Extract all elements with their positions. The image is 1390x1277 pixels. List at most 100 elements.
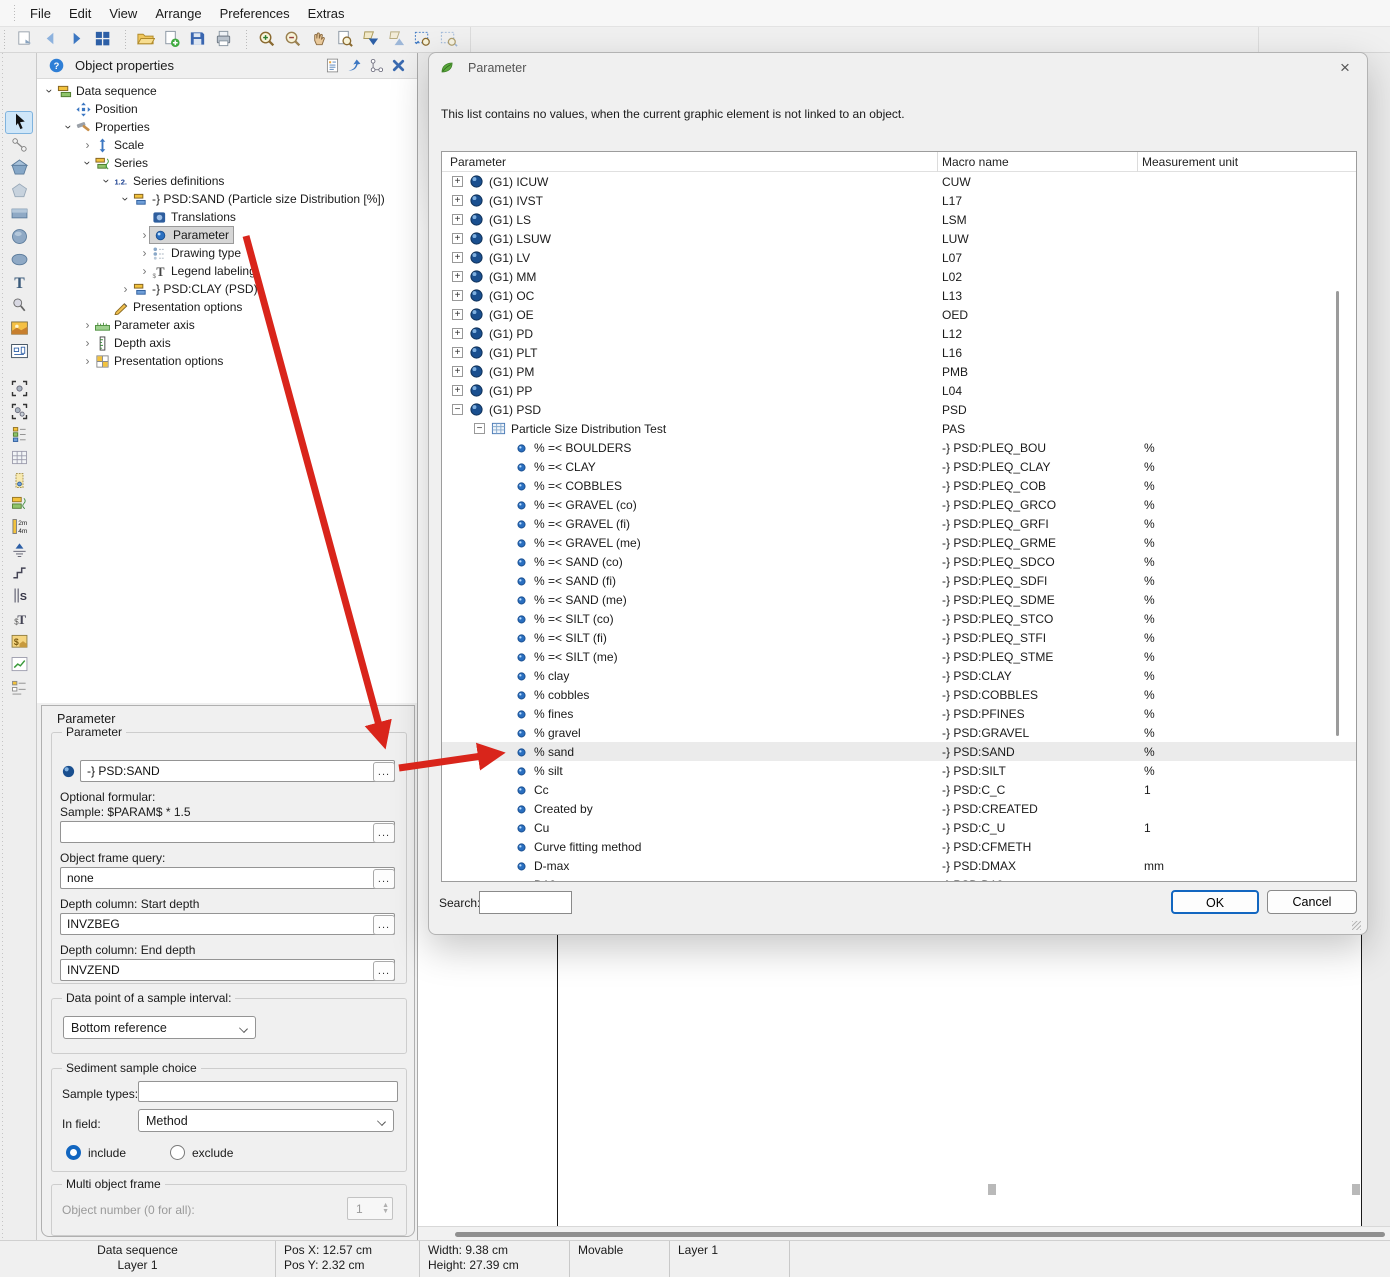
spinner-arrows-icon[interactable]: ▲▼ [382, 1203, 389, 1215]
browse-start-depth-button[interactable]: ... [373, 915, 395, 935]
tool-text-tool[interactable]: T [5, 272, 33, 295]
new-file-button[interactable] [158, 29, 184, 51]
tool-image-dollar[interactable]: $ [5, 631, 33, 654]
chevron-expanded-icon[interactable]: › [44, 85, 56, 98]
param-row[interactable]: +(G1) ICUWCUW [442, 172, 1356, 191]
ok-button[interactable]: OK [1171, 890, 1259, 914]
toolbar-grip[interactable] [2, 30, 7, 50]
tool-focus-single[interactable] [5, 378, 33, 401]
param-row[interactable]: +(G1) PMPMB [442, 362, 1356, 381]
tool-borehole[interactable] [5, 470, 33, 493]
param-row[interactable]: Cu-} PSD:C_U1 [442, 818, 1356, 837]
param-row[interactable]: Cc-} PSD:C_C1 [442, 780, 1356, 799]
expander-plus-icon[interactable]: + [452, 366, 463, 377]
param-row[interactable]: Curve fitting method-} PSD:CFMETH [442, 837, 1356, 856]
tree-item[interactable]: ›1.2.Series definitions [37, 172, 417, 190]
zoom-sheet-up-button[interactable] [383, 29, 409, 51]
zoom-rect-button[interactable] [409, 29, 435, 51]
assign-arrow-icon[interactable] [343, 56, 365, 76]
column-divider[interactable] [937, 152, 938, 172]
save-button[interactable] [184, 29, 210, 51]
tool-polygon[interactable] [5, 157, 33, 180]
pan-hand-button[interactable] [305, 29, 331, 51]
expander-plus-icon[interactable]: + [452, 233, 463, 244]
start-depth-field[interactable] [60, 913, 395, 935]
include-radio[interactable] [66, 1145, 81, 1160]
expander-plus-icon[interactable]: + [452, 290, 463, 301]
tool-focus-multi[interactable] [5, 401, 33, 424]
nav-back-button[interactable] [37, 29, 63, 51]
param-row[interactable]: +(G1) LVL07 [442, 248, 1356, 267]
object-number-spinner[interactable]: 1 ▲▼ [347, 1197, 393, 1220]
close-panel-icon[interactable] [387, 56, 409, 76]
tool-polygon-alt[interactable] [5, 180, 33, 203]
tool-pin-tool[interactable] [5, 295, 33, 318]
close-icon[interactable]: × [1333, 56, 1357, 80]
selection-handle[interactable] [988, 1184, 996, 1195]
optional-formular-field[interactable] [60, 821, 395, 843]
chevron-collapsed-icon[interactable]: › [119, 283, 132, 295]
tool-chart-tool[interactable] [5, 654, 33, 677]
param-row[interactable]: +(G1) LSLSM [442, 210, 1356, 229]
column-divider[interactable] [1137, 152, 1138, 172]
tool-ellipse-flat[interactable] [5, 249, 33, 272]
param-row[interactable]: % gravel-} PSD:GRAVEL% [442, 723, 1356, 742]
resize-grip[interactable] [1352, 921, 1361, 930]
param-row[interactable]: +(G1) PDL12 [442, 324, 1356, 343]
zoom-in-button[interactable] [253, 29, 279, 51]
expander-minus-icon[interactable]: − [474, 423, 485, 434]
tool-node-link[interactable] [5, 134, 33, 157]
menu-extras[interactable]: Extras [299, 2, 354, 25]
param-row[interactable]: −(G1) PSDPSD [442, 400, 1356, 419]
tree-item[interactable]: ›Properties [37, 118, 417, 136]
param-row[interactable]: D10-} PSD:D10 [442, 875, 1356, 882]
param-row[interactable]: +(G1) LSUWLUW [442, 229, 1356, 248]
param-row[interactable]: % =< SILT (me)-} PSD:PLEQ_STME% [442, 647, 1356, 666]
menubar-grip[interactable] [12, 5, 17, 21]
tool-depth-scale[interactable]: 2m4m [5, 516, 33, 539]
param-row[interactable]: % fines-} PSD:PFINES% [442, 704, 1356, 723]
print-button[interactable] [210, 29, 236, 51]
expander-plus-icon[interactable]: + [452, 271, 463, 282]
horizontal-scrollbar-thumb[interactable] [455, 1232, 1385, 1237]
tree-item[interactable]: ›Parameter axis [37, 316, 417, 334]
tool-image-tool[interactable] [5, 318, 33, 341]
list-scrollbar-thumb[interactable] [1336, 291, 1339, 736]
param-row[interactable]: % =< SILT (co)-} PSD:PLEQ_STCO% [442, 609, 1356, 628]
in-field-select[interactable]: Method [138, 1109, 394, 1132]
expander-plus-icon[interactable]: + [452, 347, 463, 358]
tree-item[interactable]: ›Depth axis [37, 334, 417, 352]
help-icon[interactable]: ? [45, 56, 67, 76]
param-row[interactable]: % silt-} PSD:SILT% [442, 761, 1356, 780]
expander-plus-icon[interactable]: + [452, 309, 463, 320]
param-row[interactable]: +(G1) MML02 [442, 267, 1356, 286]
tool-legend-layout[interactable] [5, 677, 33, 700]
param-row[interactable]: % =< SAND (co)-} PSD:PLEQ_SDCO% [442, 552, 1356, 571]
tool-text-dollar[interactable]: $T [5, 608, 33, 631]
browse-parameter-button[interactable]: ... [373, 762, 395, 782]
expander-plus-icon[interactable]: + [452, 214, 463, 225]
tree-item[interactable]: ›-} PSD:CLAY (PSD) [37, 280, 417, 298]
tile-windows-button[interactable] [89, 29, 115, 51]
chevron-expanded-icon[interactable]: › [120, 193, 132, 206]
param-row[interactable]: % =< COBBLES-} PSD:PLEQ_COB% [442, 476, 1356, 495]
browse-formular-button[interactable]: ... [373, 823, 395, 843]
parameter-value-field[interactable] [80, 760, 395, 782]
expander-plus-icon[interactable]: + [452, 385, 463, 396]
expander-plus-icon[interactable]: + [452, 195, 463, 206]
expander-plus-icon[interactable]: + [452, 328, 463, 339]
param-row[interactable]: % =< GRAVEL (me)-} PSD:PLEQ_GRME% [442, 533, 1356, 552]
zoom-sheet-down-button[interactable] [357, 29, 383, 51]
tool-water-level[interactable] [5, 539, 33, 562]
param-row[interactable]: % sand-} PSD:SAND% [442, 742, 1356, 761]
param-row[interactable]: −Particle Size Distribution TestPAS [442, 419, 1356, 438]
param-row[interactable]: % =< GRAVEL (fi)-} PSD:PLEQ_GRFI% [442, 514, 1356, 533]
param-row[interactable]: % cobbles-} PSD:COBBLES% [442, 685, 1356, 704]
sample-types-field[interactable] [138, 1081, 398, 1102]
param-row[interactable]: % clay-} PSD:CLAY% [442, 666, 1356, 685]
end-depth-field[interactable] [60, 959, 395, 981]
tree-item[interactable]: ›Presentation options [37, 352, 417, 370]
chevron-expanded-icon[interactable]: › [63, 121, 75, 134]
tree-item[interactable]: ›Data sequence [37, 82, 417, 100]
menu-preferences[interactable]: Preferences [211, 2, 299, 25]
